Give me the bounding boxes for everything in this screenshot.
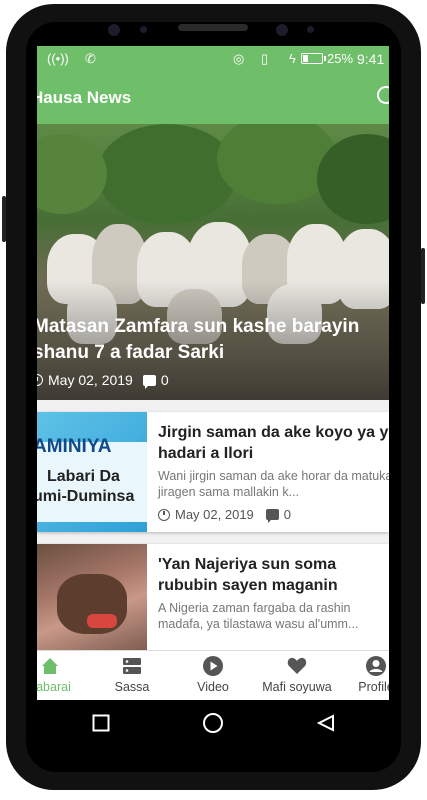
nav-label: Labarai bbox=[37, 680, 71, 694]
home-button[interactable] bbox=[202, 712, 224, 739]
back-button[interactable] bbox=[316, 714, 335, 737]
missed-call-icon: ✆ bbox=[85, 51, 96, 66]
earpiece-speaker bbox=[178, 24, 248, 31]
hero-comment-count: 0 bbox=[160, 372, 169, 388]
nav-item-sassa[interactable]: Sassa bbox=[97, 655, 167, 694]
nav-item-profile[interactable]: Profile bbox=[341, 655, 389, 694]
nav-label: Video bbox=[197, 680, 229, 694]
hero-date: May 02, 2019 bbox=[37, 372, 133, 388]
hero-title[interactable]: Matasan Zamfara sun kashe barayin shanu … bbox=[37, 314, 389, 366]
comment-icon bbox=[142, 374, 156, 389]
screen: ((•)) ✆ ◎ ▯ ϟ 25% 9:41 Hausa News Matasa… bbox=[37, 46, 389, 700]
categories-icon bbox=[121, 655, 143, 677]
app-bar: Hausa News bbox=[37, 72, 389, 124]
article-date-text: May 02, 2019 bbox=[175, 507, 254, 522]
hotspot-icon: ((•)) bbox=[47, 51, 69, 66]
home-icon bbox=[39, 655, 61, 677]
heart-icon bbox=[286, 655, 308, 677]
app-title: Hausa News bbox=[37, 88, 132, 107]
wifi-icon: ◎ bbox=[233, 51, 245, 66]
profile-icon bbox=[365, 655, 387, 677]
play-icon bbox=[202, 655, 224, 677]
thumb-brand: AMINIYA bbox=[37, 436, 112, 457]
hero-meta: May 02, 2019 0 bbox=[37, 372, 169, 389]
clock-time: 9:41 bbox=[357, 51, 385, 67]
power-button bbox=[421, 248, 425, 304]
thumb-line-2: umi-Duminsa bbox=[37, 488, 135, 505]
article-thumbnail bbox=[37, 544, 147, 654]
nav-label: Profile bbox=[358, 680, 389, 694]
hero-date-text: May 02, 2019 bbox=[48, 372, 133, 388]
article-card[interactable]: 'Yan Najeriya sun soma rububin sayen mag… bbox=[37, 544, 389, 654]
article-date: May 02, 2019 bbox=[158, 507, 254, 522]
article-meta: May 02, 2019 0 bbox=[158, 507, 292, 523]
thumb-pills bbox=[87, 614, 117, 628]
clock-icon bbox=[37, 374, 43, 386]
article-title[interactable]: 'Yan Najeriya sun soma rububin sayen mag… bbox=[158, 554, 389, 596]
article-comment-count: 0 bbox=[283, 507, 292, 522]
article-thumbnail: AMINIYA Labari Da umi-Duminsa bbox=[37, 412, 147, 532]
front-camera bbox=[108, 24, 120, 36]
article-summary: Wani jirgin saman da ake horar da matuka… bbox=[158, 469, 389, 499]
nav-item-mafi-soyuwa[interactable]: Mafi soyuwa bbox=[259, 655, 335, 694]
battery-icon bbox=[301, 53, 326, 64]
clock-icon bbox=[158, 508, 170, 521]
hero-article[interactable]: Matasan Zamfara sun kashe barayin shanu … bbox=[37, 124, 389, 400]
thumb-line-1: Labari Da bbox=[47, 468, 120, 485]
status-bar: ((•)) ✆ ◎ ▯ ϟ 25% 9:41 bbox=[37, 46, 389, 72]
recent-apps-button[interactable] bbox=[92, 714, 110, 737]
sensor bbox=[140, 26, 147, 33]
article-card[interactable]: AMINIYA Labari Da umi-Duminsa Jirgin sam… bbox=[37, 412, 389, 532]
battery-percent: 25% bbox=[327, 51, 354, 66]
nav-label: Sassa bbox=[114, 680, 150, 694]
article-title[interactable]: Jirgin saman da ake koyo ya yi hadari a … bbox=[158, 422, 389, 464]
front-camera-2 bbox=[276, 24, 288, 36]
tree bbox=[97, 124, 237, 224]
nav-item-labarai[interactable]: Labarai bbox=[37, 655, 85, 694]
battery-fill bbox=[303, 55, 308, 62]
system-navigation-bar bbox=[37, 700, 389, 746]
nav-label: Mafi soyuwa bbox=[262, 680, 332, 694]
charging-icon: ϟ bbox=[289, 51, 296, 66]
comment-icon bbox=[265, 509, 279, 523]
search-icon[interactable] bbox=[377, 86, 389, 104]
article-comments: 0 bbox=[265, 507, 292, 523]
nav-item-video[interactable]: Video bbox=[178, 655, 248, 694]
vibrate-icon: ▯ bbox=[261, 51, 269, 66]
sensor-2 bbox=[307, 26, 314, 33]
article-summary: A Nigeria zaman fargaba da rashin madafa… bbox=[158, 601, 359, 631]
hero-comments: 0 bbox=[142, 372, 169, 389]
bottom-navigation: Labarai Sassa Video Mafi soyuwa Profile bbox=[37, 650, 389, 700]
volume-button bbox=[2, 196, 6, 242]
